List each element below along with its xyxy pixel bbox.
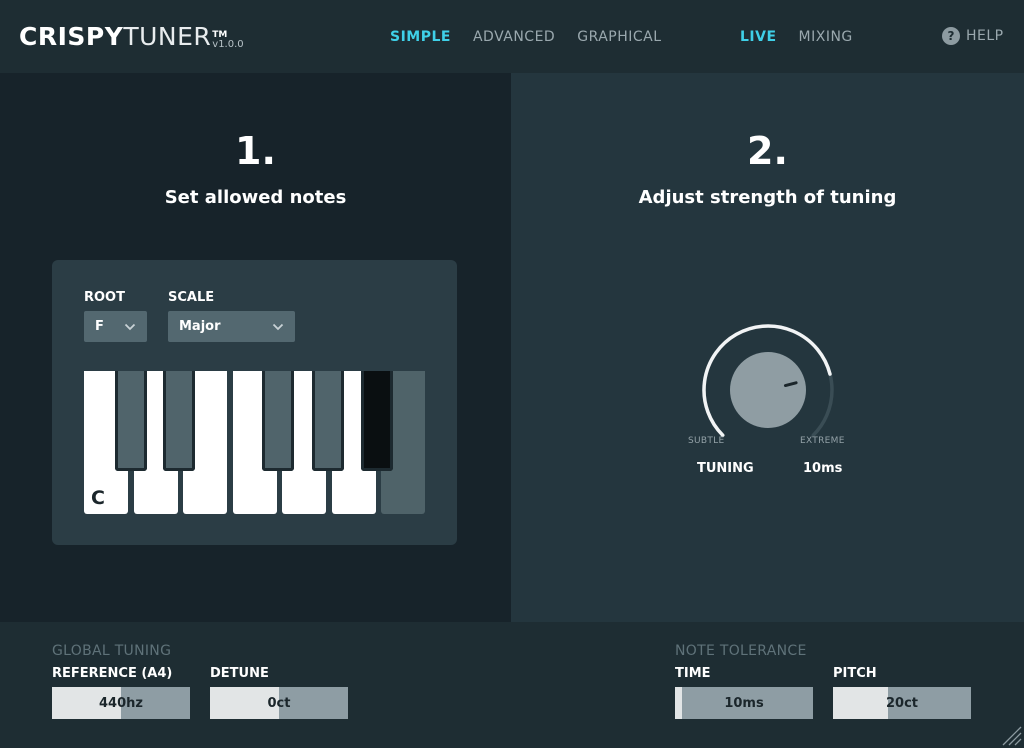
resize-grip-icon[interactable]: [1000, 724, 1022, 746]
piano-keyboard: C: [84, 371, 426, 514]
reference-slider[interactable]: 440hz: [52, 687, 190, 719]
scale-label: SCALE: [168, 290, 215, 305]
chevron-down-icon: [124, 323, 136, 330]
time-value: 10ms: [724, 695, 764, 711]
pitch-value: 20ct: [885, 695, 918, 711]
piano-key-g-sharp[interactable]: [312, 371, 344, 471]
allowed-notes-panel: 1. Set allowed notes ROOT F SCALE Major …: [0, 73, 511, 622]
help-label: HELP: [966, 28, 1004, 44]
logo-bold-text: CRISPY: [19, 22, 124, 51]
scale-value: Major: [179, 319, 221, 334]
knob-min-label: SUBTLE: [688, 436, 725, 446]
step-number: 1.: [235, 129, 276, 173]
knob-param-label: TUNING: [697, 461, 754, 476]
bottom-bar: GLOBAL TUNING REFERENCE (A4) 440hz DETUN…: [0, 622, 1024, 748]
note-tolerance-title: NOTE TOLERANCE: [675, 643, 807, 659]
tab-graphical[interactable]: GRAPHICAL: [577, 29, 661, 45]
scale-select[interactable]: Major: [168, 311, 295, 342]
help-icon: ?: [942, 27, 960, 45]
tuning-strength-panel: 2. Adjust strength of tuning SUBTLE EXTR…: [511, 73, 1024, 622]
tab-live[interactable]: LIVE: [740, 29, 777, 45]
mode-tabs: SIMPLE ADVANCED GRAPHICAL: [390, 29, 662, 45]
key-label: C: [91, 487, 105, 509]
scale-card: ROOT F SCALE Major C: [52, 260, 457, 545]
global-tuning-title: GLOBAL TUNING: [52, 643, 172, 659]
chevron-down-icon: [272, 323, 284, 330]
knob-value-readout: 10ms: [803, 461, 843, 476]
app-version: v1.0.0: [212, 39, 244, 50]
knob-cap: [730, 352, 806, 428]
piano-key-f-sharp[interactable]: [262, 371, 294, 471]
help-button[interactable]: ? HELP: [942, 27, 1004, 45]
tab-advanced[interactable]: ADVANCED: [473, 29, 555, 45]
detune-slider[interactable]: 0ct: [210, 687, 348, 719]
step-title: Set allowed notes: [164, 187, 347, 208]
header: CRISPY TUNER TM v1.0.0 SIMPLE ADVANCED G…: [0, 0, 1024, 73]
piano-key-d-sharp[interactable]: [163, 371, 195, 471]
time-slider[interactable]: 10ms: [675, 687, 813, 719]
pitch-label: PITCH: [833, 666, 877, 681]
knob-max-label: EXTREME: [800, 436, 845, 446]
pitch-slider[interactable]: 20ct: [833, 687, 971, 719]
logo-light-text: TUNER: [123, 22, 212, 51]
tab-mixing[interactable]: MIXING: [799, 29, 853, 45]
root-select[interactable]: F: [84, 311, 147, 342]
reference-label: REFERENCE (A4): [52, 666, 173, 681]
detune-label: DETUNE: [210, 666, 269, 681]
tab-simple[interactable]: SIMPLE: [390, 29, 451, 45]
piano-key-a-sharp[interactable]: [361, 371, 393, 471]
step-title: Adjust strength of tuning: [638, 187, 897, 208]
detune-value: 0ct: [267, 695, 291, 711]
view-tabs: LIVE MIXING: [740, 29, 853, 45]
time-label: TIME: [675, 666, 711, 681]
app-logo: CRISPY TUNER TM v1.0.0: [19, 24, 244, 50]
root-value: F: [95, 319, 104, 334]
step-number: 2.: [747, 129, 788, 173]
root-label: ROOT: [84, 290, 125, 305]
reference-value: 440hz: [99, 695, 143, 711]
piano-key-c-sharp[interactable]: [115, 371, 147, 471]
